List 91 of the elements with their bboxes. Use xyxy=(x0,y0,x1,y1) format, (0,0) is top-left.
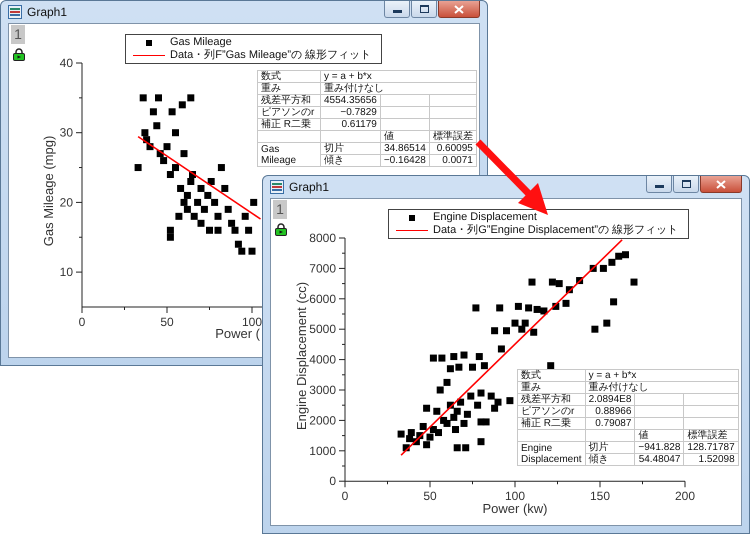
tick-label: 4000 xyxy=(309,352,336,367)
table-cell: 標準誤差 xyxy=(429,130,476,142)
legend-label: Engine Displacement xyxy=(433,211,537,224)
table-cell: 切片 xyxy=(585,442,635,454)
tick-label: 1000 xyxy=(309,444,336,458)
legend-label: Data・列G”Engine Displacement”の 線形フィット xyxy=(433,224,678,237)
maximize-button[interactable] xyxy=(411,1,437,18)
table-cell: 数式 xyxy=(258,70,320,82)
table-cell: 切片 xyxy=(320,142,380,154)
axis-title: Power ( xyxy=(215,326,260,341)
tick-label: 0 xyxy=(329,474,336,488)
maximize-icon xyxy=(682,180,690,188)
close-icon xyxy=(454,4,464,14)
minimize-icon xyxy=(654,184,664,188)
minimize-icon xyxy=(392,10,402,12)
graph-icon xyxy=(8,5,22,19)
table-cell: 補正 R二乗 xyxy=(258,118,320,130)
legend-symbol xyxy=(146,40,152,46)
graph-icon xyxy=(270,180,284,194)
table-cell: y = a + b*x xyxy=(320,70,476,82)
table-cell: 重み付けなし xyxy=(320,82,476,94)
close-button[interactable] xyxy=(700,176,742,193)
table-cell: 34.86514 xyxy=(380,142,430,154)
table-cell: ピアソンのr xyxy=(518,406,586,418)
tick-label: 50 xyxy=(160,314,174,329)
table-cell: 1.52098 xyxy=(684,454,738,466)
table-cell: 0.79087 xyxy=(585,418,635,430)
axis-title: Gas Mileage (mpg) xyxy=(41,136,56,246)
table-cell: 0.0071 xyxy=(429,154,476,166)
layer-tab[interactable]: 1 xyxy=(11,25,25,44)
tick-label: 50 xyxy=(423,489,437,504)
table-cell: 0.88966 xyxy=(585,406,635,418)
tick-label: 100 xyxy=(242,314,262,329)
table-cell: −0.16428 xyxy=(380,154,430,166)
table-cell: 残差平方和 xyxy=(258,94,320,106)
lock-icon[interactable] xyxy=(13,48,25,61)
tick-label: 6000 xyxy=(309,292,336,306)
table-cell: 54.48047 xyxy=(634,454,684,466)
tick-label: 3000 xyxy=(309,383,336,397)
window-title: Graph1 xyxy=(289,180,330,194)
table-cell: 2.0894E8 xyxy=(585,394,635,406)
table-cell: 数式 xyxy=(518,370,586,382)
tick-label: 5000 xyxy=(309,322,336,336)
minimize-button[interactable] xyxy=(646,176,672,193)
legend-line xyxy=(133,54,165,56)
maximize-icon xyxy=(420,5,428,13)
maximize-button[interactable] xyxy=(673,176,699,193)
tick-label: 10 xyxy=(60,265,73,280)
tick-label: 40 xyxy=(60,56,73,70)
legend-symbol xyxy=(409,214,415,220)
table-cell: 傾き xyxy=(585,454,635,466)
table-cell: 値 xyxy=(634,430,684,442)
tick-label: 0 xyxy=(78,314,86,329)
layer-tab[interactable]: 1 xyxy=(273,200,287,219)
tick-label: 150 xyxy=(590,489,610,504)
table-cell: y = a + b*x xyxy=(585,370,738,382)
table-cell: Engine Displacement xyxy=(518,442,586,466)
tick-label: 200 xyxy=(674,489,696,504)
tick-label: 0 xyxy=(342,489,348,504)
table-cell: 標準誤差 xyxy=(684,430,738,442)
tick-label: 8000 xyxy=(309,231,336,245)
table-cell: Gas Mileage xyxy=(258,142,320,166)
legend-line xyxy=(396,230,428,232)
table-cell: 傾き xyxy=(320,154,380,166)
close-icon xyxy=(716,180,726,188)
window-title: Graph1 xyxy=(27,5,68,19)
table-cell: −941.828 xyxy=(634,442,684,454)
tick-label: 7000 xyxy=(309,261,336,276)
table-cell: 0.61179 xyxy=(320,118,380,130)
tick-label: 2000 xyxy=(309,413,336,428)
table-cell: 4554.35656 xyxy=(320,94,380,106)
table-cell: 重み xyxy=(518,382,586,394)
table-cell: 補正 R二乗 xyxy=(518,418,586,430)
minimize-button[interactable] xyxy=(384,1,410,18)
lock-icon[interactable] xyxy=(275,223,287,236)
table-cell: 値 xyxy=(380,130,430,142)
close-button[interactable] xyxy=(438,1,480,18)
table-cell: 128.71787 xyxy=(684,442,738,454)
tick-label: 20 xyxy=(60,195,73,210)
table-cell: 重み付けなし xyxy=(585,382,738,394)
legend-label: Data・列F”Gas Mileage”の 線形フィット xyxy=(170,49,372,62)
tick-label: 100 xyxy=(504,489,526,504)
tick-label: 30 xyxy=(60,126,73,140)
table-cell: 重み xyxy=(258,82,320,94)
table-cell: 残差平方和 xyxy=(518,394,586,406)
table-cell: 0.60095 xyxy=(429,142,476,154)
axis-title: Engine Displacement (cc) xyxy=(294,282,309,430)
table-cell: −0.7829 xyxy=(320,106,380,118)
legend-label: Gas Mileage xyxy=(170,36,232,49)
axis-title: Power (kw) xyxy=(482,501,548,516)
table-cell: ピアソンのr xyxy=(258,106,320,118)
